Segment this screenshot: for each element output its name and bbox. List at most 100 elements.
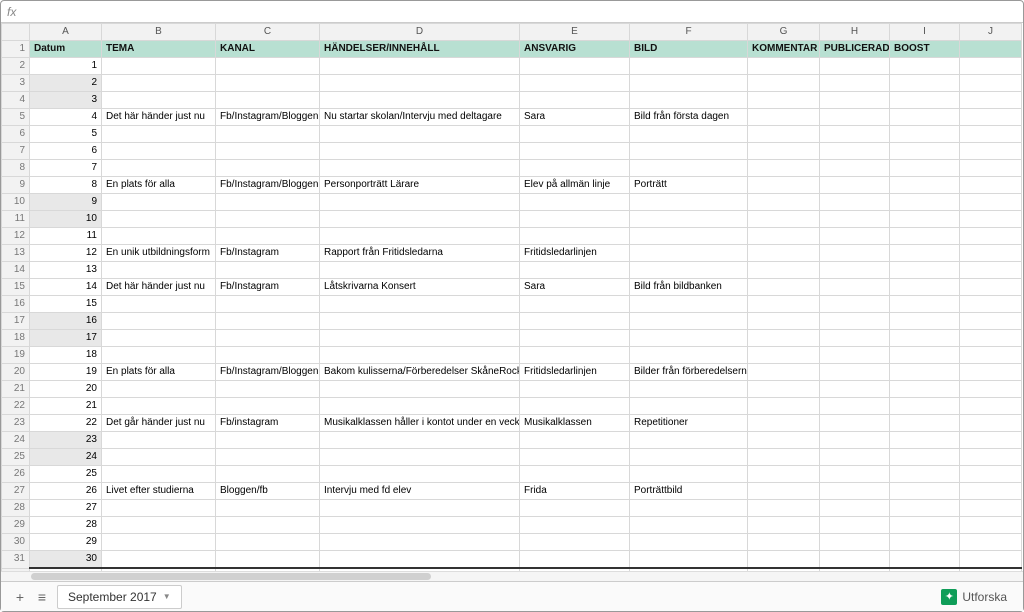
cell[interactable]	[102, 58, 216, 75]
row-header[interactable]: 24	[2, 432, 30, 449]
all-sheets-button[interactable]: ≡	[31, 589, 53, 605]
cell[interactable]	[960, 245, 1022, 262]
cell[interactable]	[520, 194, 630, 211]
add-sheet-button[interactable]: +	[9, 589, 31, 605]
cell[interactable]: Porträtt	[630, 177, 748, 194]
cell[interactable]	[102, 75, 216, 92]
cell[interactable]	[520, 432, 630, 449]
cell[interactable]	[520, 75, 630, 92]
cell[interactable]: 2	[30, 75, 102, 92]
cell[interactable]: Livet efter studierna	[102, 483, 216, 500]
cell[interactable]: 6	[30, 143, 102, 160]
spreadsheet-grid[interactable]: A B C D E F G H I J 1 Datum TEMA KANAL H…	[1, 23, 1023, 571]
cell[interactable]	[820, 347, 890, 364]
cell[interactable]	[102, 262, 216, 279]
cell[interactable]	[748, 500, 820, 517]
cell[interactable]	[890, 75, 960, 92]
row-header[interactable]: 16	[2, 296, 30, 313]
cell[interactable]	[748, 551, 820, 569]
cell[interactable]	[960, 364, 1022, 381]
cell[interactable]	[102, 517, 216, 534]
cell[interactable]: 26	[30, 483, 102, 500]
cell[interactable]	[520, 143, 630, 160]
cell[interactable]	[890, 109, 960, 126]
cell[interactable]	[630, 75, 748, 92]
cell[interactable]: 23	[30, 432, 102, 449]
cell[interactable]	[102, 381, 216, 398]
cell[interactable]	[216, 432, 320, 449]
col-header[interactable]: G	[748, 24, 820, 41]
row-header[interactable]: 11	[2, 211, 30, 228]
row-header[interactable]: 15	[2, 279, 30, 296]
cell[interactable]	[820, 160, 890, 177]
cell[interactable]	[748, 432, 820, 449]
cell[interactable]	[102, 194, 216, 211]
cell[interactable]: Musikalklassen håller i kontot under en …	[320, 415, 520, 432]
cell[interactable]	[320, 449, 520, 466]
cell[interactable]	[520, 517, 630, 534]
cell[interactable]	[102, 449, 216, 466]
cell[interactable]	[820, 143, 890, 160]
cell[interactable]	[748, 211, 820, 228]
cell[interactable]	[216, 381, 320, 398]
cell[interactable]	[748, 58, 820, 75]
row-header[interactable]: 20	[2, 364, 30, 381]
cell[interactable]	[320, 432, 520, 449]
cell[interactable]: 1	[30, 58, 102, 75]
cell[interactable]	[320, 398, 520, 415]
cell[interactable]	[216, 500, 320, 517]
cell[interactable]	[960, 313, 1022, 330]
cell[interactable]	[748, 381, 820, 398]
cell[interactable]	[960, 500, 1022, 517]
cell[interactable]	[630, 211, 748, 228]
cell[interactable]	[820, 415, 890, 432]
sheet-tab[interactable]: September 2017 ▼	[57, 585, 182, 609]
cell[interactable]	[102, 143, 216, 160]
cell[interactable]	[820, 551, 890, 569]
cell[interactable]	[890, 432, 960, 449]
cell[interactable]	[820, 126, 890, 143]
row-header[interactable]: 30	[2, 534, 30, 551]
cell[interactable]	[748, 126, 820, 143]
cell[interactable]	[890, 58, 960, 75]
cell[interactable]	[890, 517, 960, 534]
cell[interactable]	[320, 330, 520, 347]
cell[interactable]	[630, 466, 748, 483]
cell[interactable]	[820, 330, 890, 347]
cell[interactable]	[520, 160, 630, 177]
cell[interactable]	[102, 398, 216, 415]
cell[interactable]	[890, 466, 960, 483]
cell[interactable]: Bild från första dagen	[630, 109, 748, 126]
corner-cell[interactable]	[2, 24, 30, 41]
cell[interactable]	[820, 296, 890, 313]
cell[interactable]	[216, 449, 320, 466]
cell[interactable]	[748, 466, 820, 483]
cell[interactable]	[820, 58, 890, 75]
cell[interactable]	[320, 228, 520, 245]
cell[interactable]	[960, 432, 1022, 449]
row-header[interactable]: 7	[2, 143, 30, 160]
cell[interactable]	[748, 534, 820, 551]
cell[interactable]	[520, 534, 630, 551]
cell[interactable]	[102, 534, 216, 551]
cell[interactable]	[520, 92, 630, 109]
cell[interactable]	[748, 415, 820, 432]
row-header[interactable]: 27	[2, 483, 30, 500]
cell[interactable]	[890, 279, 960, 296]
cell[interactable]	[890, 194, 960, 211]
cell[interactable]	[102, 466, 216, 483]
cell[interactable]	[960, 58, 1022, 75]
header-handelser[interactable]: HÄNDELSER/INNEHÅLL	[320, 41, 520, 58]
header-kommentar[interactable]: KOMMENTAR	[748, 41, 820, 58]
col-header[interactable]: B	[102, 24, 216, 41]
cell[interactable]	[630, 381, 748, 398]
cell[interactable]	[960, 415, 1022, 432]
cell[interactable]	[320, 211, 520, 228]
cell[interactable]	[320, 347, 520, 364]
cell[interactable]: Fb/Instagram/Bloggen	[216, 177, 320, 194]
header-boost[interactable]: BOOST	[890, 41, 960, 58]
cell[interactable]	[102, 296, 216, 313]
cell[interactable]	[820, 177, 890, 194]
cell[interactable]	[630, 330, 748, 347]
cell[interactable]: 5	[30, 126, 102, 143]
